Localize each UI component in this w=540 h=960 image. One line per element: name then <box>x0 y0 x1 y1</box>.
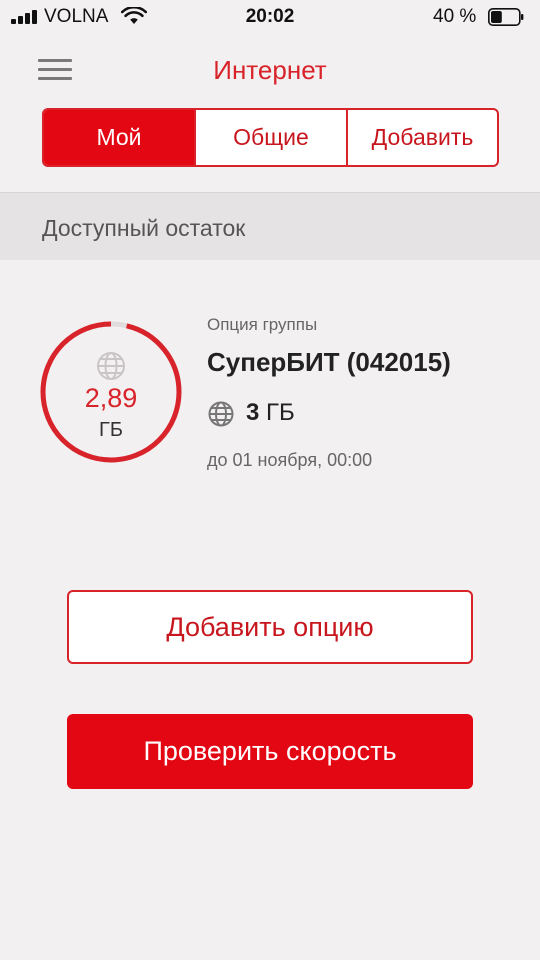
globe-icon <box>208 401 234 427</box>
gauge-value: 2,89 <box>84 383 138 413</box>
tab-shared[interactable]: Общие <box>194 110 346 165</box>
option-amount-value: 3 <box>246 399 260 426</box>
page-title: Интернет <box>213 55 327 85</box>
section-title: Доступный остаток <box>42 215 246 241</box>
option-valid-until: до 01 ноября, 00:00 <box>207 450 373 470</box>
option-amount: 3 ГБ <box>246 399 295 427</box>
battery-percent: 40 % <box>433 6 477 27</box>
option-group-label: Опция группы <box>207 315 318 334</box>
status-bar: VOLNA 20:02 40 % <box>0 0 540 36</box>
add-option-button[interactable]: Добавить опцию <box>67 590 473 664</box>
option-amount-unit: ГБ <box>266 399 295 426</box>
gauge-unit: ГБ <box>99 419 123 441</box>
section-header: Доступный остаток <box>0 192 540 260</box>
tab-add[interactable]: Добавить <box>346 110 497 165</box>
battery-icon <box>488 8 524 26</box>
globe-icon <box>97 352 125 380</box>
option-name: СуперБИТ (042015) <box>207 347 451 377</box>
check-speed-button[interactable]: Проверить скорость <box>67 714 473 789</box>
tab-bar: Мой Общие Добавить <box>42 108 499 167</box>
tab-my[interactable]: Мой <box>44 110 194 165</box>
